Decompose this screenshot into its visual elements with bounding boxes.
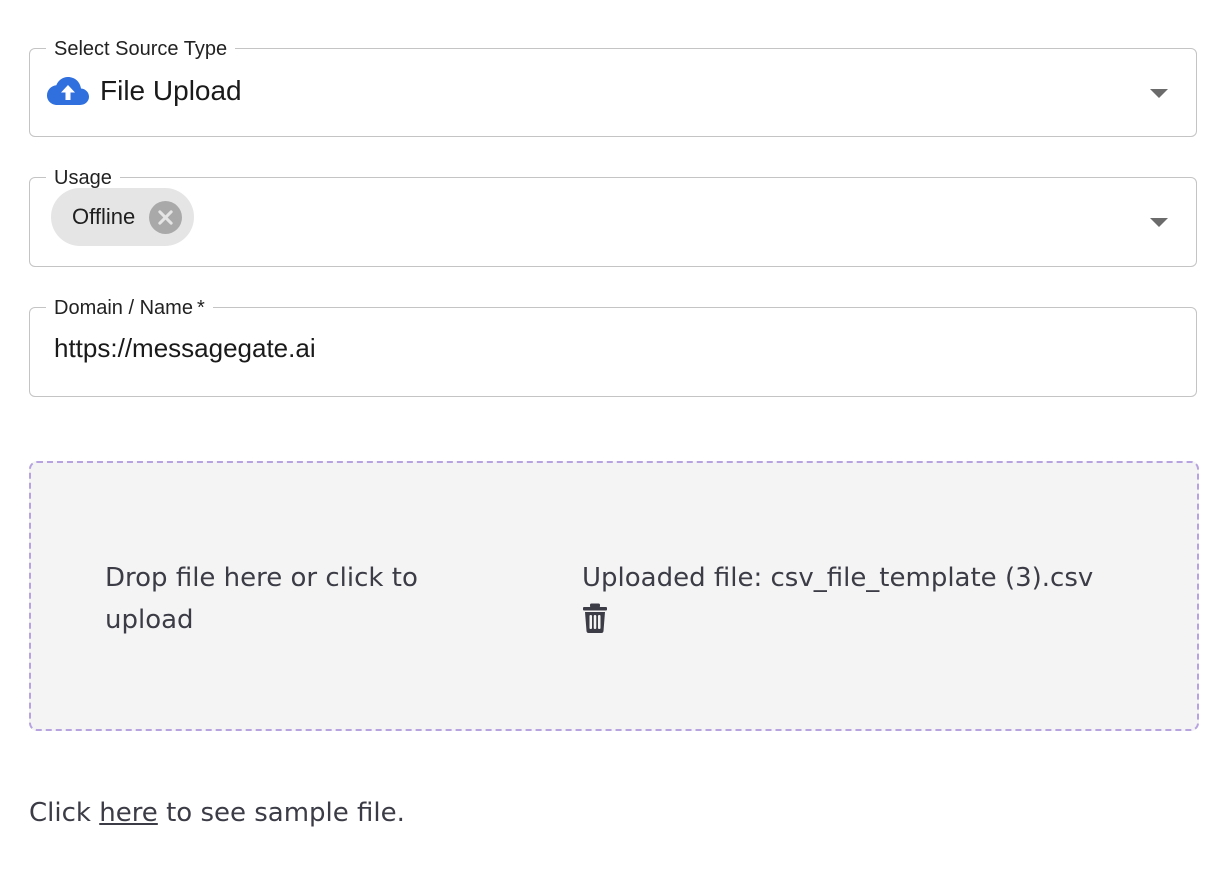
usage-chip-offline: Offline [51, 188, 195, 246]
cloud-upload-icon [47, 77, 89, 105]
usage-label: Usage [46, 166, 120, 190]
sample-suffix: to see sample file. [166, 798, 405, 828]
source-type-label: Select Source Type [46, 37, 236, 61]
trash-icon[interactable] [582, 603, 608, 633]
chevron-down-icon[interactable] [1150, 218, 1168, 227]
source-type-value: File Upload [46, 75, 242, 107]
required-marker: * [196, 297, 205, 319]
domain-name-label-text: Domain / Name [54, 297, 193, 319]
usage-select[interactable]: Usage Offline [29, 166, 1197, 267]
domain-name-label: Domain / Name * [46, 296, 213, 320]
domain-name-input[interactable] [54, 332, 1154, 364]
sample-file-link[interactable]: here [99, 798, 158, 828]
domain-name-field: Domain / Name * [29, 296, 1197, 397]
sample-file-text: Click here to see sample file. [29, 796, 405, 830]
source-type-selected-text: File Upload [100, 75, 242, 106]
usage-chip-label: Offline [72, 204, 136, 229]
sample-prefix: Click [29, 798, 91, 828]
source-type-select[interactable]: Select Source Type File Upload [29, 37, 1197, 137]
dropzone-prompt: Drop file here or click to upload [105, 563, 418, 635]
chip-remove-icon[interactable] [149, 200, 183, 234]
uploaded-file-name: Uploaded file: csv_file_template (3).csv [582, 563, 1094, 593]
file-dropzone[interactable]: Drop file here or click to upload Upload… [29, 461, 1199, 731]
chevron-down-icon[interactable] [1150, 88, 1168, 98]
